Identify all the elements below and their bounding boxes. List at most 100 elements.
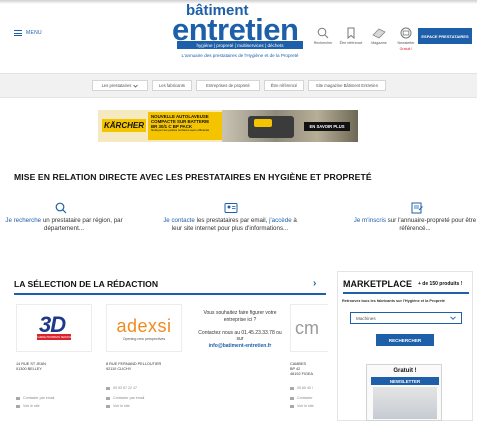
logo-tagline: hygiène | propreté | multiservices | déc…	[177, 41, 303, 49]
advertise-email[interactable]: info@batiment-entretien.fr	[196, 343, 284, 350]
advertise-here-card[interactable]: Vous souhaitez faire figurer votre entre…	[196, 310, 284, 350]
phone-link[interactable]: 05 65 40 /	[290, 386, 313, 390]
category-select[interactable]: Machines	[350, 312, 462, 324]
espace-prestataires-button[interactable]: ESPACE PRESTATAIRES	[418, 28, 472, 44]
contact-card-icon	[224, 203, 238, 213]
header-icon-label: Magazine	[371, 41, 387, 45]
header-icon-label: Newsletter	[397, 41, 415, 45]
header-magazine-button[interactable]: Magazine	[366, 27, 392, 45]
header-newsletter-button[interactable]: Newsletter Gratuit !	[393, 27, 419, 51]
nav-item-magazine[interactable]: Site magazine Bâtiment Entretien	[308, 80, 386, 91]
contact-label: Contacter par email	[113, 396, 145, 400]
marketplace-divider	[343, 292, 469, 294]
magazine-icon	[372, 28, 386, 39]
ad-fine-print: Nettoyez les petites surfaces avec effic…	[151, 128, 210, 133]
phone-icon	[106, 386, 110, 390]
phone-link[interactable]: 09 53 57 22 47	[106, 386, 137, 390]
ad-cta-button[interactable]: EN SAVOIR PLUS	[304, 122, 350, 131]
newsletter-preview-image	[373, 387, 437, 419]
header-icon-label: Être référencé	[339, 41, 363, 45]
visit-site-link[interactable]: Voir le site	[16, 404, 40, 408]
link-icon	[290, 404, 294, 408]
feature-contact[interactable]: Je contacte les prestataires par email, …	[160, 217, 300, 234]
company-logo-3d[interactable]: 3D HYGIENE PROPRETE SERVICES	[16, 304, 92, 352]
search-icon	[55, 202, 67, 214]
menu-label: MENU	[26, 30, 42, 36]
newsletter-free-label: Gratuit !	[393, 368, 417, 374]
menu-button[interactable]: MENU	[14, 30, 42, 36]
email-icon	[106, 396, 110, 400]
company-logo-adexsi[interactable]: adexsi Opening new perspectives	[106, 304, 182, 352]
phone-label: 05 65 40 /	[297, 386, 313, 390]
karcher-ad-banner[interactable]: KÄRCHER NOUVELLE AUTOLAVEUSE COMPACTE SU…	[98, 110, 358, 142]
company-logo-cm[interactable]: cm	[290, 304, 328, 352]
visit-site-link[interactable]: Voir le site	[106, 404, 130, 408]
logo-text: cm	[295, 317, 319, 338]
nav-item-entreprises[interactable]: Entreprises de propreté	[196, 80, 260, 91]
ad-promo-text: NOUVELLE AUTOLAVEUSE COMPACTE SUR BATTER…	[148, 112, 222, 140]
feature-highlight: Je contacte	[163, 217, 195, 224]
feature-highlight-2: j'accède	[269, 217, 292, 224]
nav-item-etre-reference[interactable]: Être référencé	[264, 80, 304, 91]
chevron-right-icon[interactable]: ›	[313, 278, 316, 289]
company-card[interactable]: 3D HYGIENE PROPRETE SERVICES 14 RUE ST J…	[14, 304, 94, 421]
marketplace-search-button[interactable]: RECHERCHER	[376, 334, 434, 346]
marketplace-count: + de 150 produits !	[418, 281, 463, 287]
logo-ribbon: HYGIENE PROPRETE SERVICES	[34, 334, 74, 340]
contact-email-link[interactable]: Contacter par email	[106, 396, 144, 400]
visit-site-link[interactable]: Voir le site	[290, 404, 314, 408]
newsletter-icon	[400, 27, 412, 39]
site-label: Voir le site	[113, 404, 130, 408]
logo-subtitle: L'annuaire des prestataires de l'Hygiène…	[181, 53, 299, 58]
section-divider	[14, 293, 326, 295]
newsletter-promo[interactable]: Gratuit ! NEWSLETTER	[366, 364, 442, 421]
contact-label: Contacter	[297, 396, 313, 400]
site-label: Voir le site	[23, 404, 40, 408]
nav-item-label: Les prestataires	[101, 83, 132, 88]
header-referenced-button[interactable]: Être référencé	[338, 27, 364, 45]
logo-text: adexsi	[116, 315, 172, 336]
header-search-button[interactable]: Rechercher	[310, 27, 336, 45]
newsletter-badge: Gratuit !	[399, 47, 413, 51]
nav-item-label: Être référencé	[270, 83, 298, 88]
category-select-value: Machines	[356, 315, 376, 321]
address-line: 01300 BELLEY	[16, 367, 42, 372]
link-icon	[16, 404, 20, 408]
site-label: Voir le site	[297, 404, 314, 408]
nav-item-prestataires[interactable]: Les prestataires	[92, 80, 148, 91]
header-icon-label: Rechercher	[313, 41, 333, 45]
feature-text: sur l'annuaire-propreté pour être référe…	[385, 217, 477, 233]
feature-text: un prestataire par région, par départeme…	[41, 217, 123, 233]
marketplace-description: Retrouvez tous les fabricants sur l'Hygi…	[342, 299, 446, 303]
marketplace-title: MARKETPLACE	[343, 279, 412, 289]
newsletter-label: NEWSLETTER	[371, 377, 439, 385]
contact-email-link[interactable]: Contacter par email	[16, 396, 54, 400]
nav-item-label: Les fabricants	[158, 83, 186, 88]
company-card[interactable]: adexsi Opening new perspectives 8 RUE FE…	[104, 304, 184, 421]
contact-email-link[interactable]: Contacter	[290, 396, 313, 400]
phone-icon	[290, 386, 294, 390]
advertise-call: Contactez nous au 01.45.23.33.78 ou sur	[198, 329, 282, 343]
feature-search[interactable]: Je recherche un prestataire par région, …	[0, 217, 134, 234]
page-headline: MISE EN RELATION DIRECTE AVEC LES PRESTA…	[14, 172, 372, 182]
feature-register[interactable]: Je m'inscris sur l'annuaire-propreté pou…	[345, 217, 477, 234]
email-icon	[290, 396, 294, 400]
address-line: 92110 CLICHY	[106, 367, 132, 372]
feature-text: les prestataires par email,	[194, 217, 270, 224]
nav-item-label: Site magazine Bâtiment Entretien	[315, 83, 379, 88]
chevron-down-icon	[133, 84, 139, 88]
ad-brand-logo: KÄRCHER	[102, 119, 146, 132]
contact-label: Contacter par email	[23, 396, 55, 400]
company-address: 14 RUE ST JEAN 01300 BELLEY	[16, 362, 46, 372]
logo-tagline: Opening new perspectives	[122, 336, 166, 341]
section-title-selection: LA SÉLECTION DE LA RÉDACTION	[14, 279, 159, 289]
nav-item-fabricants[interactable]: Les fabricants	[152, 80, 192, 91]
chevron-down-icon	[450, 316, 456, 320]
phone-label: 09 53 57 22 47	[113, 386, 137, 390]
company-card[interactable]: cm CAMBES BP 42 46192 FIGEA 05 65 40 / C…	[288, 304, 328, 421]
advertise-text: Vous souhaitez faire figurer votre entre…	[203, 310, 277, 323]
feature-highlight: Je m'inscris	[353, 217, 386, 224]
hamburger-icon	[14, 30, 22, 36]
link-icon	[106, 404, 110, 408]
bookmark-icon	[347, 27, 355, 39]
